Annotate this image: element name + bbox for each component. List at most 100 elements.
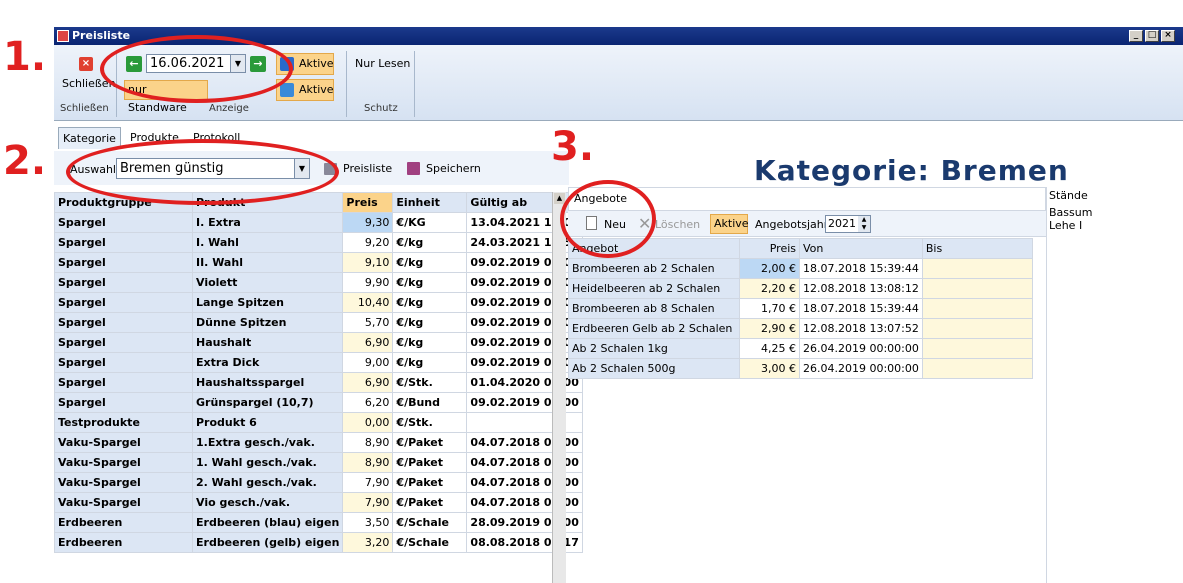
table-row[interactable]: Spargel II. Wahl 9,10 €/kg 09.02.2019 00:00: [54, 252, 583, 273]
cell-bis[interactable]: [921, 298, 1033, 319]
cell-einheit[interactable]: €/kg: [392, 272, 468, 293]
table-row[interactable]: Spargel Lange Spitzen 10,40 €/kg 09.02.2019 …: [54, 292, 583, 313]
cell-einheit[interactable]: €/kg: [392, 352, 468, 373]
cell-einheit[interactable]: €/kg: [392, 332, 468, 353]
cell-produkt[interactable]: 2. Wahl gesch./vak.: [191, 472, 344, 493]
cell-einheit[interactable]: €/kg: [392, 312, 468, 333]
table-row[interactable]: Spargel Violett 9,90 €/kg 09.02.2019 00:00: [54, 272, 583, 293]
table-row[interactable]: Spargel I. Extra 9,30 €/KG 13.04.2021 13:0: [54, 212, 583, 233]
col-header-preis[interactable]: Preis: [342, 192, 394, 213]
table-row[interactable]: Spargel Haushaltsspargel 6,90 €/Stk. 01.04.2…: [54, 372, 583, 393]
cell-von[interactable]: 26.04.2019 00:00:00: [799, 358, 923, 379]
table-row[interactable]: Testprodukte Produkt 6 0,00 €/Stk.: [54, 412, 583, 433]
staende-item[interactable]: Lehe I: [1049, 219, 1183, 232]
cell-produkt[interactable]: 1. Wahl gesch./vak.: [191, 452, 344, 473]
col-header-bis[interactable]: Bis: [921, 238, 1033, 259]
cell-produktgruppe[interactable]: Spargel: [54, 272, 193, 293]
spinner-icon[interactable]: ▲ ▼: [858, 216, 870, 232]
cell-preis[interactable]: 4,25 €: [739, 338, 800, 359]
save-button[interactable]: Speichern: [426, 162, 481, 175]
table-row[interactable]: Erdbeeren Gelb ab 2 Schalen 2,90 €12.08.2…: [568, 318, 1033, 339]
cell-produkt[interactable]: Produkt 6: [191, 412, 344, 433]
cell-produktgruppe[interactable]: Spargel: [54, 292, 193, 313]
table-row[interactable]: Spargel Haushalt 6,90 €/kg 09.02.2019 00:00: [54, 332, 583, 353]
cell-von[interactable]: 18.07.2018 15:39:44: [799, 258, 923, 279]
table-row[interactable]: Vaku-Spargel 2. Wahl gesch./vak. 7,90 €/Pak…: [54, 472, 583, 493]
cell-preis[interactable]: 2,90 €: [739, 318, 800, 339]
table-row[interactable]: Erdbeeren Erdbeeren (gelb) eigen 3,20 €/Sch…: [54, 532, 583, 553]
cell-produkt[interactable]: Extra Dick: [191, 352, 344, 373]
cell-produkt[interactable]: Vio gesch./vak.: [191, 492, 344, 513]
cell-angebot[interactable]: Erdbeeren Gelb ab 2 Schalen: [568, 318, 740, 339]
cell-preis[interactable]: 7,90: [342, 492, 394, 513]
table-row[interactable]: Spargel Dünne Spitzen 5,70 €/kg 09.02.2019 0…: [54, 312, 583, 333]
cell-produktgruppe[interactable]: Spargel: [54, 212, 193, 233]
cell-preis[interactable]: 3,20: [342, 532, 394, 553]
cell-einheit[interactable]: €/Schale: [392, 532, 468, 553]
cell-produktgruppe[interactable]: Spargel: [54, 232, 193, 253]
cell-einheit[interactable]: €/Paket: [392, 492, 468, 513]
cell-produkt[interactable]: Haushaltsspargel: [191, 372, 344, 393]
cell-bis[interactable]: [921, 318, 1033, 339]
cell-angebot[interactable]: Heidelbeeren ab 2 Schalen: [568, 278, 740, 299]
cell-produkt[interactable]: Erdbeeren (blau) eigen: [191, 512, 344, 533]
cell-preis[interactable]: 9,90: [342, 272, 394, 293]
col-header-von[interactable]: Von: [799, 238, 923, 259]
cell-produkt[interactable]: 1.Extra gesch./vak.: [191, 432, 344, 453]
preisliste-button[interactable]: Preisliste: [343, 162, 392, 175]
cell-produkt[interactable]: Dünne Spitzen: [191, 312, 344, 333]
cell-preis[interactable]: 2,00 €: [739, 258, 800, 279]
cell-preis[interactable]: 3,00 €: [739, 358, 800, 379]
cell-produktgruppe[interactable]: Erdbeeren: [54, 512, 193, 533]
nur-lesen-button[interactable]: Nur Lesen: [355, 57, 410, 70]
close-window-button[interactable]: ×: [1161, 30, 1175, 42]
table-row[interactable]: Vaku-Spargel 1.Extra gesch./vak. 8,90 €/Pak…: [54, 432, 583, 453]
cell-produkt[interactable]: I. Extra: [191, 212, 344, 233]
cell-angebot[interactable]: Ab 2 Schalen 500g: [568, 358, 740, 379]
cell-produkt[interactable]: Grünspargel (10,7): [191, 392, 344, 413]
cell-produktgruppe[interactable]: Spargel: [54, 352, 193, 373]
cell-einheit[interactable]: €/Stk.: [392, 412, 468, 433]
cell-produktgruppe[interactable]: Testprodukte: [54, 412, 193, 433]
cell-preis[interactable]: 9,20: [342, 232, 394, 253]
cell-produkt[interactable]: Haushalt: [191, 332, 344, 353]
cell-bis[interactable]: [921, 258, 1033, 279]
cell-produktgruppe[interactable]: Spargel: [54, 392, 193, 413]
cell-produktgruppe[interactable]: Vaku-Spargel: [54, 432, 193, 453]
col-header-einheit[interactable]: Einheit: [392, 192, 468, 213]
cell-einheit[interactable]: €/kg: [392, 252, 468, 273]
cell-preis[interactable]: 6,90: [342, 332, 394, 353]
cell-von[interactable]: 12.08.2018 13:08:12: [799, 278, 923, 299]
cell-preis[interactable]: 7,90: [342, 472, 394, 493]
cell-einheit[interactable]: €/kg: [392, 292, 468, 313]
cell-produktgruppe[interactable]: Spargel: [54, 252, 193, 273]
cell-produktgruppe[interactable]: Spargel: [54, 372, 193, 393]
cell-produkt[interactable]: Violett: [191, 272, 344, 293]
cell-preis[interactable]: 0,00: [342, 412, 394, 433]
cell-produktgruppe[interactable]: Spargel: [54, 312, 193, 333]
col-header-preis[interactable]: Preis: [739, 238, 800, 259]
table-row[interactable]: Ab 2 Schalen 1kg 4,25 €26.04.2019 00:00:0…: [568, 338, 1033, 359]
cell-angebot[interactable]: Brombeeren ab 2 Schalen: [568, 258, 740, 279]
cell-einheit[interactable]: €/Bund: [392, 392, 468, 413]
cell-von[interactable]: 12.08.2018 13:07:52: [799, 318, 923, 339]
close-icon[interactable]: ×: [79, 57, 93, 71]
table-row[interactable]: Spargel Grünspargel (10,7) 6,20 €/Bund 09.02…: [54, 392, 583, 413]
cell-produktgruppe[interactable]: Vaku-Spargel: [54, 452, 193, 473]
cell-einheit[interactable]: €/Paket: [392, 452, 468, 473]
table-row[interactable]: Vaku-Spargel Vio gesch./vak. 7,90 €/Paket 04…: [54, 492, 583, 513]
cell-bis[interactable]: [921, 338, 1033, 359]
cell-preis[interactable]: 8,90: [342, 432, 394, 453]
angebotsjahr-spinner[interactable]: 2021 ▲ ▼: [825, 215, 871, 233]
cell-einheit[interactable]: €/Stk.: [392, 372, 468, 393]
grid-scrollbar[interactable]: ▲: [552, 192, 566, 583]
table-row[interactable]: Spargel I. Wahl 9,20 €/kg 24.03.2021 14:58: [54, 232, 583, 253]
cell-angebot[interactable]: Ab 2 Schalen 1kg: [568, 338, 740, 359]
cell-preis[interactable]: 9,10: [342, 252, 394, 273]
cell-einheit[interactable]: €/kg: [392, 232, 468, 253]
cell-preis[interactable]: 9,30: [342, 212, 394, 233]
table-row[interactable]: Heidelbeeren ab 2 Schalen 2,20 €12.08.201…: [568, 278, 1033, 299]
cell-preis[interactable]: 6,90: [342, 372, 394, 393]
cell-produktgruppe[interactable]: Erdbeeren: [54, 532, 193, 553]
table-row[interactable]: Vaku-Spargel 1. Wahl gesch./vak. 8,90 €/Pak…: [54, 452, 583, 473]
